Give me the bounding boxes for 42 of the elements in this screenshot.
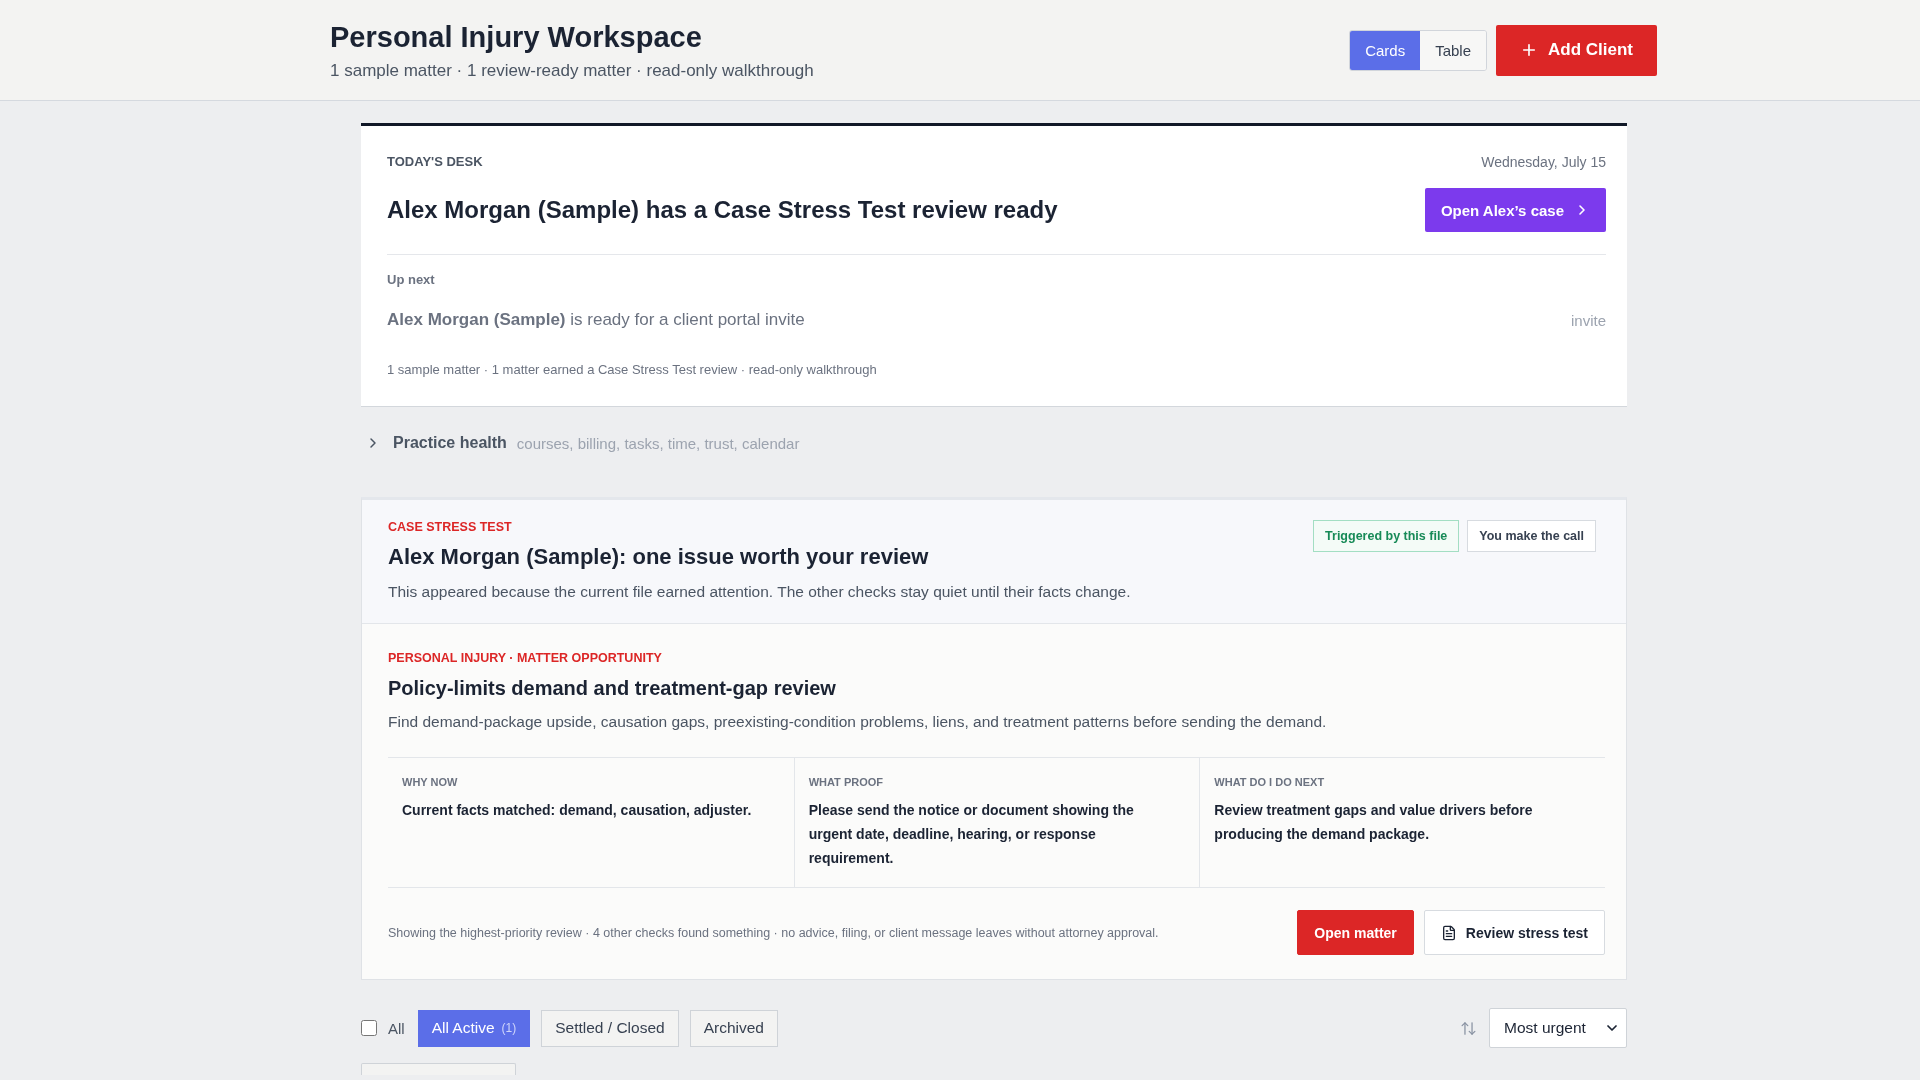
practice-health-toggle[interactable]: Practice health — [365, 434, 507, 452]
card-description: This appeared because the current file earned attention. The other checks stay quiet until their facts change. — [388, 582, 1131, 602]
sort-select[interactable]: Most urgent — [1489, 1008, 1627, 1048]
column-text: Please send the notice or document showing the urgent date, deadline, hearing, or response requirement. — [808, 801, 1135, 868]
footer-note: Showing the highest-priority review · 4 other checks found something · no advice, filing, or client message leaves without attorney approval. — [388, 924, 1159, 942]
up-next-label: Up next — [387, 272, 436, 288]
action-tag: invite — [1570, 311, 1606, 329]
filter-tab[interactable]: All Active (1) — [417, 1009, 531, 1047]
column-text: Current facts matched: demand, causation, adjuster. — [402, 801, 753, 820]
page-subtitle: 1 sample matter · 1 review-ready matter · read-only walkthrough — [330, 59, 814, 82]
filter-tab[interactable]: Settled / Closed — [541, 1009, 679, 1047]
column-label: WHY NOW — [402, 775, 459, 789]
section-eyebrow: TODAY'S DESK — [387, 154, 483, 170]
filter-tab[interactable]: Archived — [689, 1009, 778, 1047]
page-title: Personal Injury Workspace — [330, 19, 703, 55]
open-matter-button[interactable]: Open matter — [1297, 910, 1414, 955]
column-label: WHAT DO I DO NEXT — [1214, 775, 1326, 789]
select-all-label: All — [388, 1019, 405, 1037]
plus-icon — [1520, 41, 1538, 59]
review-stress-test-button[interactable]: Review stress test — [1423, 910, 1605, 955]
sort-icon[interactable] — [1460, 1019, 1477, 1037]
status-badge: You make the call — [1467, 520, 1596, 552]
column-label: WHAT PROOF — [808, 775, 884, 789]
column-text: Review treatment gaps and value drivers before producing the demand package. — [1214, 801, 1534, 844]
card-title: Alex Morgan (Sample): one issue worth your review — [388, 543, 930, 571]
document-icon — [1440, 924, 1457, 941]
add-client-button[interactable]: Add Client — [1496, 24, 1657, 76]
open-case-button[interactable]: Open Alex’s case — [1424, 188, 1606, 232]
desk-summary: 1 sample matter · 1 matter earned a Case Stress Test review · read-only walkthrough — [387, 361, 878, 379]
up-next-text: Alex Morgan (Sample) is ready for a client portal invite — [387, 309, 805, 331]
opportunity-description: Find demand-package upside, causation gaps, preexisting-condition problems, liens, and treatment patterns before sending the demand. — [388, 712, 1328, 732]
view-toggle-button[interactable]: Cards — [1350, 30, 1421, 70]
select-all-checkbox[interactable] — [361, 1020, 377, 1036]
opportunity-title: Policy-limits demand and treatment-gap review — [388, 676, 837, 701]
card-eyebrow: CASE STRESS TEST — [388, 520, 513, 535]
date-text: Wednesday, July 15 — [1481, 154, 1606, 170]
view-toggle-button[interactable]: Table — [1420, 30, 1486, 70]
desk-headline: Alex Morgan (Sample) has a Case Stress Test review ready — [387, 195, 1058, 225]
filter-field[interactable] — [361, 1063, 516, 1075]
practice-health-areas: courses, billing, tasks, time, trust, calendar — [516, 434, 800, 452]
status-badge: Triggered by this file — [1313, 520, 1460, 552]
opportunity-eyebrow: PERSONAL INJURY · MATTER OPPORTUNITY — [388, 651, 663, 666]
